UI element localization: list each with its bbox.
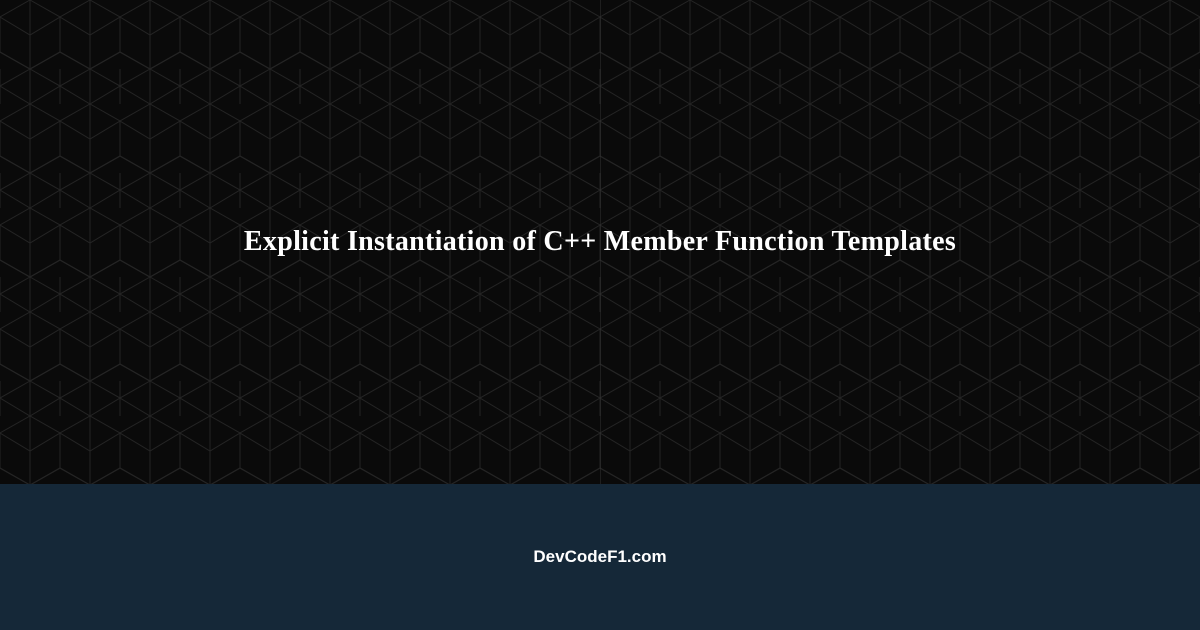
site-name: DevCodeF1.com <box>533 547 666 567</box>
title-section: Explicit Instantiation of C++ Member Fun… <box>0 0 1200 484</box>
footer-section: DevCodeF1.com <box>0 484 1200 630</box>
banner-container: Explicit Instantiation of C++ Member Fun… <box>0 0 1200 630</box>
article-title: Explicit Instantiation of C++ Member Fun… <box>204 226 996 258</box>
